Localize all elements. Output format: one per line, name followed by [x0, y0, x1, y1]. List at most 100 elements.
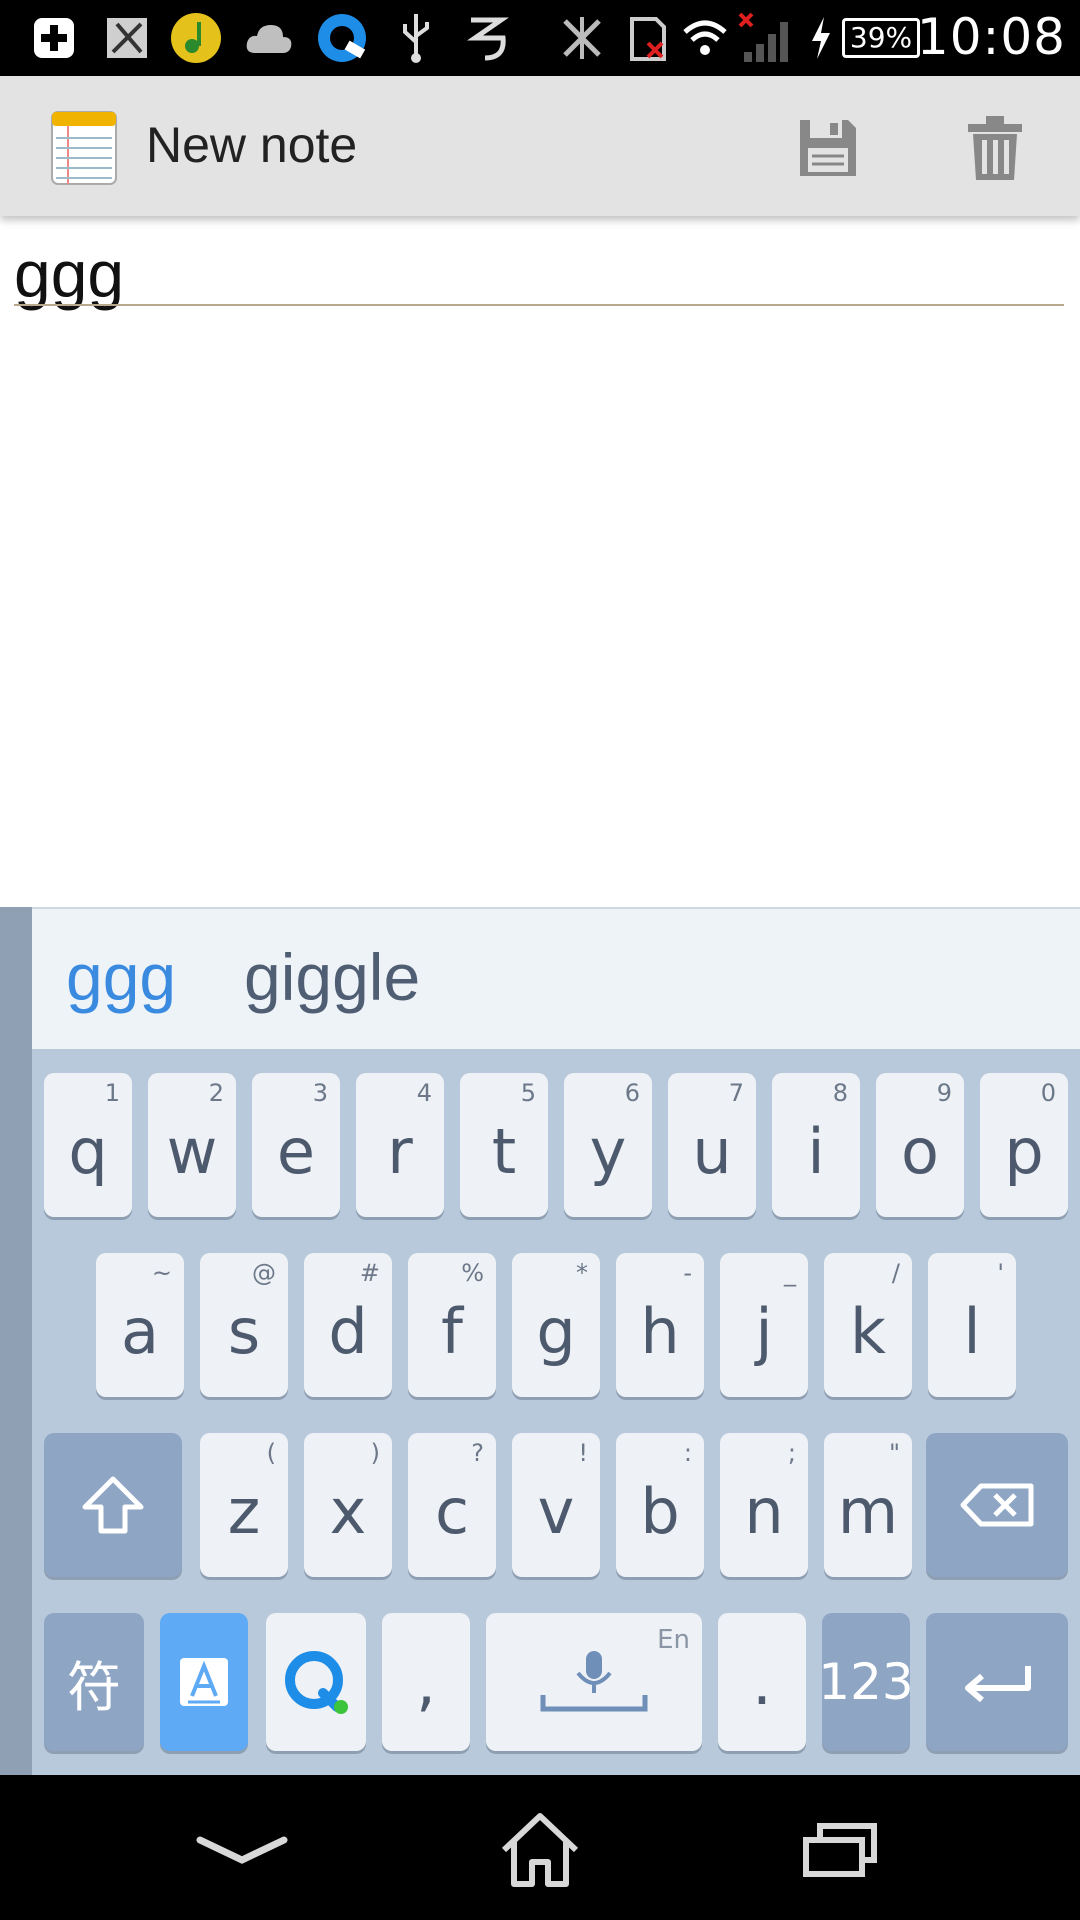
key-label: y	[589, 1115, 627, 1188]
note-text-field[interactable]: ggg	[14, 236, 124, 312]
key-i[interactable]: 8i	[772, 1073, 860, 1217]
browser-q-key[interactable]	[266, 1613, 366, 1751]
key-label: z	[227, 1475, 261, 1548]
key-hint: :	[683, 1439, 692, 1467]
key-s[interactable]: @ s	[200, 1253, 288, 1397]
key-label: u	[692, 1115, 732, 1188]
key-h[interactable]: -h	[616, 1253, 704, 1397]
key-y[interactable]: 6y	[564, 1073, 652, 1217]
back-chevron-icon[interactable]	[182, 1805, 302, 1895]
browser-q-icon	[314, 10, 370, 66]
charging-icon	[806, 10, 836, 66]
key-label: q	[68, 1115, 108, 1188]
bluetooth-off-icon	[556, 10, 608, 66]
page-title: New note	[146, 117, 358, 173]
key-hint: 6	[624, 1079, 640, 1107]
key-v[interactable]: ! v	[512, 1433, 600, 1577]
key-label: p	[1004, 1115, 1044, 1188]
key-label: k	[850, 1295, 886, 1368]
key-label: w	[166, 1115, 218, 1188]
comma-key[interactable]: ,	[382, 1613, 470, 1751]
swirl-app-icon	[462, 10, 512, 66]
sdcard-error-icon	[626, 10, 670, 66]
enter-key[interactable]	[926, 1613, 1068, 1751]
key-hint: !	[578, 1439, 588, 1467]
key-d[interactable]: # d	[304, 1253, 392, 1397]
numbers-key[interactable]: 123	[818, 1613, 914, 1751]
keyboard-side-handle[interactable]	[0, 907, 32, 1775]
key-hint: 0	[1040, 1079, 1056, 1107]
key-hint: ~	[151, 1259, 172, 1287]
key-hint: ;	[787, 1439, 796, 1467]
key-r[interactable]: 4r	[356, 1073, 444, 1217]
usb-icon	[396, 10, 436, 66]
numbers-key-label: 123	[818, 1653, 914, 1711]
key-hint: _	[784, 1259, 796, 1287]
period-key[interactable]: .	[718, 1613, 806, 1751]
notepad-icon[interactable]	[48, 108, 120, 186]
trash-icon[interactable]	[966, 114, 1024, 182]
input-mode-key[interactable]	[160, 1613, 248, 1751]
suggestion-ggg[interactable]: ggg	[66, 939, 176, 1015]
backspace-key[interactable]	[926, 1433, 1068, 1577]
key-label: b	[640, 1475, 680, 1548]
key-label: i	[807, 1115, 825, 1188]
key-hint: 8	[832, 1079, 848, 1107]
navigation-bar	[0, 1775, 1080, 1920]
key-z[interactable]: (z	[200, 1433, 288, 1577]
key-label: j	[755, 1295, 773, 1368]
key-hint: 5	[520, 1079, 536, 1107]
key-c[interactable]: ? c	[408, 1433, 496, 1577]
key-l[interactable]: ' l	[928, 1253, 1016, 1397]
key-label: l	[963, 1295, 981, 1368]
key-k[interactable]: / k	[824, 1253, 912, 1397]
key-t[interactable]: 5t	[460, 1073, 548, 1217]
key-hint: @	[252, 1259, 276, 1287]
browser-q-icon	[285, 1651, 348, 1714]
comma-key-label: ,	[416, 1645, 436, 1719]
key-hint: #	[359, 1259, 380, 1287]
key-o[interactable]: 9o	[876, 1073, 964, 1217]
signal-no-sim-icon	[736, 10, 792, 66]
key-m[interactable]: " m	[824, 1433, 912, 1577]
key-b[interactable]: :b	[616, 1433, 704, 1577]
cloud-icon	[244, 10, 294, 66]
key-x[interactable]: ) x	[304, 1433, 392, 1577]
key-hint: %	[461, 1259, 484, 1287]
home-icon[interactable]	[480, 1805, 600, 1895]
key-hint: (	[266, 1439, 276, 1467]
note-underline	[14, 304, 1064, 306]
key-e[interactable]: 3e	[252, 1073, 340, 1217]
key-g[interactable]: * g	[512, 1253, 600, 1397]
keyboard: 1q2w3e4r5t6y7u8i9o0p ~ a @ s # d% f * g - h _ j / k ' l …	[32, 1049, 1080, 1775]
save-icon[interactable]	[796, 116, 860, 180]
key-hint: /	[891, 1259, 900, 1287]
clipboard-cut-icon	[100, 10, 154, 66]
symbols-key-label: 符	[67, 1655, 121, 1719]
key-label: o	[901, 1115, 939, 1188]
recents-icon[interactable]	[780, 1805, 900, 1895]
key-p[interactable]: 0p	[980, 1073, 1068, 1217]
symbols-key[interactable]: 符	[44, 1613, 144, 1751]
status-bar: 39% 10:08	[0, 0, 1080, 76]
microphone-icon	[540, 1651, 648, 1712]
key-n[interactable]: ; n	[720, 1433, 808, 1577]
shift-key[interactable]	[44, 1433, 182, 1577]
key-label: s	[227, 1295, 261, 1368]
space-key[interactable]: En	[486, 1613, 702, 1751]
key-hint: "	[888, 1439, 900, 1467]
key-u[interactable]: 7u	[668, 1073, 756, 1217]
key-w[interactable]: 2w	[148, 1073, 236, 1217]
period-key-label: .	[752, 1645, 772, 1719]
key-hint: 4	[416, 1079, 432, 1107]
key-label: a	[121, 1295, 159, 1368]
key-j[interactable]: _ j	[720, 1253, 808, 1397]
key-label: e	[276, 1115, 316, 1188]
shift-arrow-icon	[82, 1476, 144, 1534]
suggestion-giggle[interactable]: giggle	[244, 939, 420, 1015]
key-a[interactable]: ~ a	[96, 1253, 184, 1397]
key-label: x	[329, 1475, 367, 1548]
key-q[interactable]: 1q	[44, 1073, 132, 1217]
key-f[interactable]: % f	[408, 1253, 496, 1397]
suggestion-bar: ggg giggle	[32, 907, 1080, 1049]
